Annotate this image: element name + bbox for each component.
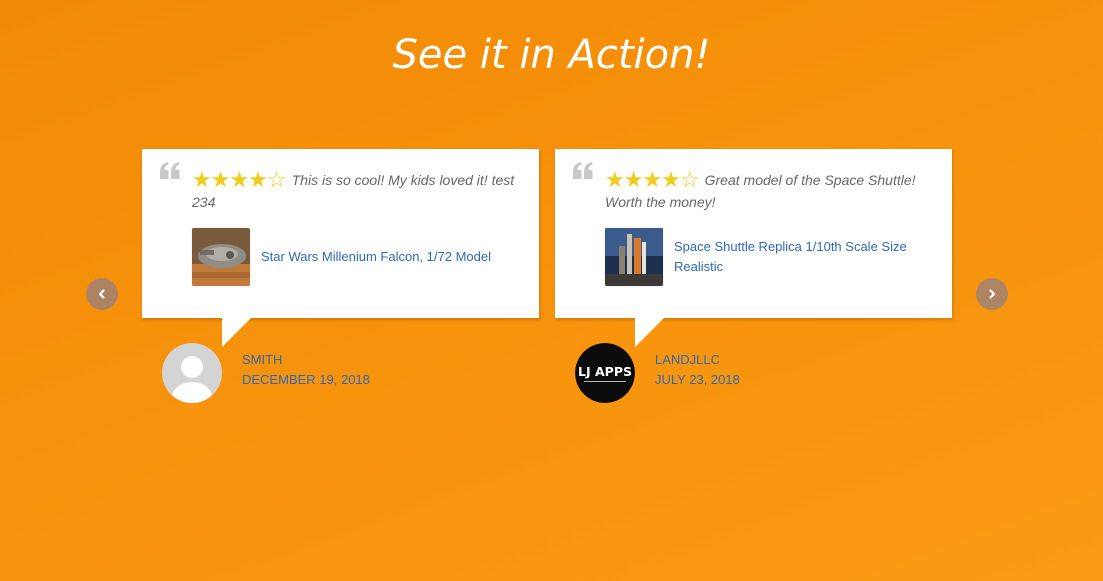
reviewer-meta: SMITH DECEMBER 19, 2018: [242, 343, 370, 403]
review-text-block: ★★★★☆ This is so cool! My kids loved it! …: [192, 169, 517, 213]
review-card: ★★★★☆ This is so cool! My kids loved it! …: [142, 149, 539, 347]
product-thumbnail[interactable]: [605, 228, 663, 286]
chevron-left-icon: [98, 289, 105, 299]
star-rating: ★★★★☆: [605, 167, 700, 192]
avatar: [162, 343, 222, 403]
product-thumbnail[interactable]: [192, 228, 250, 286]
reviewer-meta: LANDJLLC JULY 23, 2018: [655, 343, 740, 403]
product-link[interactable]: Space Shuttle Replica 1/10th Scale Size …: [605, 228, 934, 286]
reviewer-name: LANDJLLC: [655, 352, 721, 367]
product-name[interactable]: Space Shuttle Replica 1/10th Scale Size …: [674, 237, 934, 277]
section-title: See it in Action!: [392, 32, 711, 78]
reviewer-info: LJ APPS LANDJLLC JULY 23, 2018: [575, 343, 740, 403]
reviewer-info: SMITH DECEMBER 19, 2018: [162, 343, 370, 403]
review-card: ★★★★☆ Great model of the Space Shuttle! W…: [555, 149, 952, 347]
carousel-next-button[interactable]: [976, 278, 1008, 310]
carousel-prev-button[interactable]: [86, 278, 118, 310]
product-name[interactable]: Star Wars Millenium Falcon, 1/72 Model: [261, 247, 521, 267]
quote-icon: [573, 162, 593, 179]
quote-icon: [160, 162, 180, 179]
avatar: LJ APPS: [575, 343, 635, 403]
product-link[interactable]: Star Wars Millenium Falcon, 1/72 Model: [192, 228, 521, 286]
review-date: JULY 23, 2018: [655, 372, 740, 387]
review-text-block: ★★★★☆ Great model of the Space Shuttle! W…: [605, 169, 930, 213]
star-rating: ★★★★☆: [192, 167, 287, 192]
chevron-right-icon: [989, 289, 996, 299]
review-date: DECEMBER 19, 2018: [242, 372, 370, 387]
reviewer-name: SMITH: [242, 352, 283, 367]
avatar-logo-text: LJ APPS: [578, 364, 632, 379]
